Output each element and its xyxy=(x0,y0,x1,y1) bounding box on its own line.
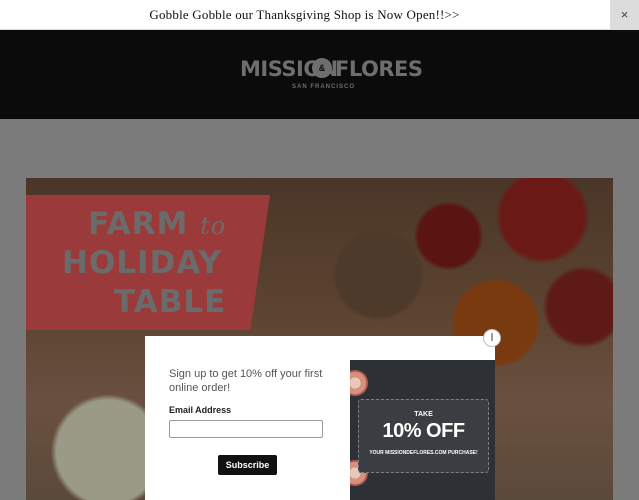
promo-image: TAKE 10% OFF YOUR MISSIONDEFLORES.COM PU… xyxy=(350,360,495,500)
logo-word-right: FLORES xyxy=(335,57,423,81)
logo[interactable]: MISSION & FLORES SAN FRANCISCO xyxy=(240,57,423,97)
announcement-link[interactable]: Gobble Gobble our Thanksgiving Shop is N… xyxy=(0,7,609,23)
email-label: Email Address xyxy=(169,405,232,415)
modal-message: Sign up to get 10% off your first online… xyxy=(169,368,323,394)
modal-close-icon[interactable]: l xyxy=(483,329,501,347)
promo-discount: 10% OFF xyxy=(382,420,465,442)
promo-coupon: TAKE 10% OFF YOUR MISSIONDEFLORES.COM PU… xyxy=(358,399,489,473)
logo-subtitle: SAN FRANCISCO xyxy=(292,84,356,90)
close-icon[interactable]: × xyxy=(610,0,639,29)
hero-line-3: TABLE xyxy=(114,284,227,320)
signup-modal: Sign up to get 10% off your first online… xyxy=(145,336,495,500)
announcement-bar[interactable]: Gobble Gobble our Thanksgiving Shop is N… xyxy=(0,0,639,30)
hero-word-to: to xyxy=(200,212,227,240)
promo-take: TAKE xyxy=(414,411,433,418)
hero-line-2: HOLIDAY xyxy=(62,245,222,281)
flower-icon xyxy=(350,370,368,396)
promo-fineprint: YOUR MISSIONDEFLORES.COM PURCHASE! xyxy=(369,450,478,456)
hero-word-farm: FARM xyxy=(88,206,189,242)
subscribe-button[interactable]: Subscribe xyxy=(218,455,277,475)
hero-line-1: FARM to xyxy=(88,206,226,242)
site-header: MISSION & FLORES SAN FRANCISCO xyxy=(0,30,639,119)
logo-amp-icon: & xyxy=(312,58,332,78)
email-field[interactable] xyxy=(169,420,323,438)
